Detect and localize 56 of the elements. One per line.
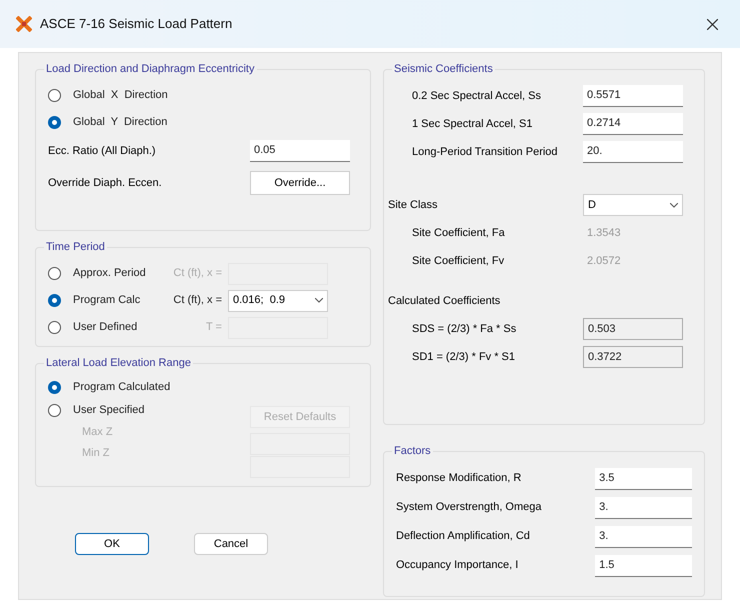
group-title: Lateral Load Elevation Range bbox=[44, 355, 193, 372]
field-label: Deflection Amplification, Cd bbox=[396, 529, 531, 544]
chevron-down-icon bbox=[670, 202, 678, 208]
field-value: 1.3543 bbox=[586, 226, 622, 241]
field-label: Response Modification, R bbox=[396, 471, 522, 486]
input-field[interactable]: 20. bbox=[583, 141, 683, 163]
window-title: ASCE 7-16 Seismic Load Pattern bbox=[40, 15, 232, 34]
field-label: Site Class bbox=[388, 198, 439, 213]
input-field[interactable]: 0.2714 bbox=[583, 113, 683, 135]
dialog-button[interactable]: Cancel bbox=[194, 533, 268, 555]
chevron-down-icon bbox=[315, 298, 323, 303]
radio-label: Global X Direction bbox=[73, 88, 168, 104]
field-label: Long-Period Transition Period bbox=[411, 144, 559, 160]
radio-label: User Specified bbox=[73, 403, 145, 418]
field-label: SD1 = (2/3) * Fv * S1 bbox=[411, 350, 516, 365]
field-label: Max Z bbox=[82, 425, 113, 440]
override-button[interactable]: Override... bbox=[250, 171, 350, 195]
input-field[interactable]: 0.3722 bbox=[583, 346, 683, 368]
field-label: Min Z bbox=[82, 446, 110, 462]
radio-button[interactable] bbox=[48, 89, 61, 102]
dropdown[interactable]: D bbox=[583, 194, 683, 216]
radio-label: Program Calc bbox=[73, 293, 140, 308]
radio-button[interactable] bbox=[48, 404, 61, 417]
field-label: Ecc. Ratio (All Diaph.) bbox=[48, 144, 156, 159]
input-field[interactable]: 0.503 bbox=[583, 318, 683, 340]
radio-label: Global Y Direction bbox=[73, 115, 168, 130]
radio-label: Approx. Period bbox=[73, 266, 146, 282]
field-label: 1 Sec Spectral Accel, S1 bbox=[411, 116, 534, 132]
field-label: System Overstrength, Omega bbox=[396, 500, 542, 516]
radio-button[interactable] bbox=[48, 381, 61, 394]
field-label: Site Coefficient, Fa bbox=[411, 226, 506, 241]
field-label: Override Diaph. Eccen. bbox=[48, 176, 162, 191]
input-field[interactable]: 0.05 bbox=[250, 140, 350, 162]
section-label: Calculated Coefficients bbox=[388, 294, 500, 309]
field-label: SDS = (2/3) * Fa * Ss bbox=[411, 322, 518, 337]
close-icon bbox=[706, 18, 718, 30]
field-label: Occupancy Importance, I bbox=[396, 558, 520, 574]
field-label: Ct (ft), x = bbox=[172, 293, 223, 308]
input-field[interactable]: 1.5 bbox=[595, 554, 692, 576]
group-title: Load Direction and Diaphragm Eccentricity bbox=[44, 61, 256, 78]
input-field[interactable]: 3.5 bbox=[595, 468, 692, 490]
field-label: Ct (ft), x = bbox=[172, 266, 223, 282]
radio-label: Program Calculated bbox=[73, 380, 170, 396]
input-field[interactable]: 3. bbox=[595, 496, 692, 518]
field-label: T = bbox=[204, 320, 223, 336]
input-field[interactable]: 0.5571 bbox=[583, 85, 683, 107]
input-field[interactable]: 3. bbox=[595, 526, 692, 548]
field-label: Site Coefficient, Fv bbox=[411, 254, 506, 269]
field-label: 0.2 Sec Spectral Accel, Ss bbox=[411, 88, 542, 104]
radio-label: User Defined bbox=[73, 320, 138, 336]
field-value: 2.0572 bbox=[586, 254, 622, 269]
radio-button[interactable] bbox=[48, 116, 61, 129]
radio-button[interactable] bbox=[48, 294, 61, 307]
dropdown[interactable]: 0.016; 0.9 bbox=[228, 290, 328, 312]
app-icon bbox=[16, 16, 32, 32]
dialog-button[interactable]: OK bbox=[75, 533, 149, 555]
